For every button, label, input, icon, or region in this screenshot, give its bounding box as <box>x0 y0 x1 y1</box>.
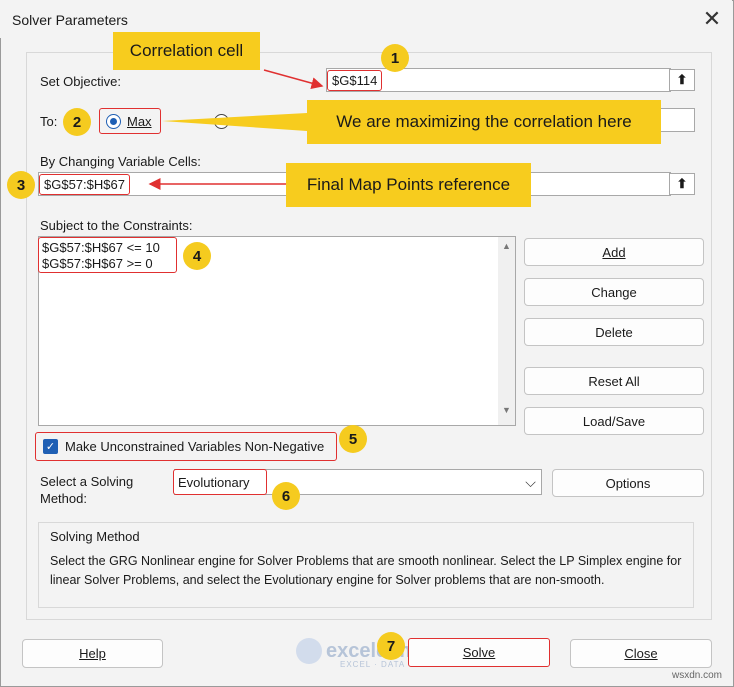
arrow-to-objective <box>263 69 324 89</box>
corner-watermark: wsxdn.com <box>672 670 723 681</box>
badge-4: 4 <box>183 242 211 270</box>
badge-3: 3 <box>7 171 35 199</box>
callout-maximizing: We are maximizing the correlation here <box>307 100 661 144</box>
badge-6: 6 <box>272 482 300 510</box>
badge-5: 5 <box>339 425 367 453</box>
badge-2: 2 <box>63 108 91 136</box>
callout-pointer-maximizing <box>162 113 307 131</box>
callout-final-map: Final Map Points reference <box>286 163 531 207</box>
callout-correlation: Correlation cell <box>113 32 260 70</box>
badge-1: 1 <box>381 44 409 72</box>
badge-7: 7 <box>377 632 405 660</box>
